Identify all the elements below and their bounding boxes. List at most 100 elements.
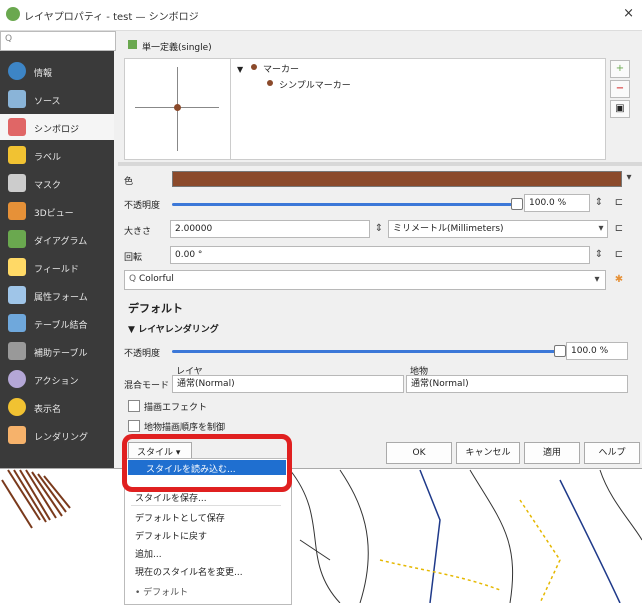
3d-view-icon — [8, 202, 26, 220]
chevron-down-icon[interactable]: ▾ — [594, 221, 608, 237]
sidebar-item-label: ソース — [34, 97, 61, 107]
sidebar-item-label: シンボロジ — [34, 125, 80, 135]
marker-preview-icon — [174, 104, 181, 111]
sidebar-item-label: ダイアグラム — [34, 237, 88, 247]
data-defined-icon[interactable]: ⊏ — [612, 221, 626, 237]
opacity-slider[interactable] — [172, 203, 512, 206]
tree-item-simple-marker[interactable]: シンプルマーカー — [279, 78, 351, 91]
join-icon — [8, 314, 26, 332]
sidebar-item-rendering[interactable]: レンダリング — [0, 422, 114, 448]
menu-item-save-default[interactable]: デフォルトとして保存 — [135, 511, 225, 524]
splitter[interactable] — [118, 162, 642, 166]
chevron-down-icon[interactable]: ▾ — [590, 272, 604, 288]
menu-item-current-style[interactable]: • デフォルト — [135, 585, 188, 598]
sidebar-item-label: ラベル — [34, 153, 62, 163]
layer-blend-select[interactable]: 通常(Normal) — [172, 375, 404, 393]
menu-item-restore-default[interactable]: デフォルトに戻す — [135, 529, 207, 542]
sidebar-item-labels[interactable]: ラベル — [0, 142, 114, 168]
sidebar-item-label: フィールド — [34, 265, 79, 275]
sidebar-item-label: マスク — [34, 181, 62, 191]
add-layer-icon[interactable]: + — [610, 60, 630, 78]
sidebar-item-label: テーブル結合 — [34, 321, 88, 331]
rendering-icon — [8, 426, 26, 444]
sidebar-item-3d-view[interactable]: 3Dビュー — [0, 198, 114, 224]
sidebar-item-info[interactable]: 情報 — [0, 58, 114, 84]
symbology-icon — [8, 118, 26, 136]
control-order-checkbox[interactable] — [128, 420, 140, 432]
search-icon: Q — [5, 34, 13, 44]
sidebar-item-label: 表示名 — [34, 405, 62, 415]
collapse-icon[interactable]: ▼ — [237, 65, 243, 74]
source-icon — [8, 90, 26, 108]
sidebar-search-input[interactable]: Q — [0, 31, 116, 51]
opacity-slider-handle[interactable] — [511, 198, 523, 210]
sidebar-item-label: 情報 — [34, 69, 53, 79]
data-defined-icon[interactable]: ⊏ — [612, 247, 626, 263]
remove-layer-icon[interactable]: − — [610, 80, 630, 98]
draw-effects-checkbox[interactable] — [128, 400, 140, 412]
style-library-search-input[interactable]: Q Colorful — [124, 270, 606, 290]
spin-arrows-icon[interactable]: ⇕ — [592, 247, 606, 263]
fields-icon — [8, 258, 26, 276]
style-manager-icon[interactable]: ✱ — [612, 272, 626, 288]
layer-opacity-spinbox[interactable]: 100.0 % — [566, 342, 628, 360]
marker-icon — [251, 64, 257, 70]
ok-button[interactable]: OK — [386, 442, 452, 464]
sidebar-item-diagram[interactable]: ダイアグラム — [0, 226, 114, 252]
feature-blend-select[interactable]: 通常(Normal) — [406, 375, 628, 393]
menu-item-add[interactable]: 追加... — [135, 547, 162, 560]
title-bar: レイヤプロパティ - test — シンボロジ × — [0, 0, 642, 31]
sidebar-item-label: 属性フォーム — [34, 293, 88, 303]
sidebar-item-attribute-form[interactable]: 属性フォーム — [0, 282, 114, 308]
action-icon — [8, 370, 26, 388]
sidebar-item-display[interactable]: 表示名 — [0, 394, 114, 420]
sidebar-item-fields[interactable]: フィールド — [0, 254, 114, 280]
blend-mode-label: 混合モード — [124, 381, 170, 391]
symbol-preview — [124, 58, 232, 160]
spin-arrows-icon[interactable]: ⇕ — [592, 195, 606, 211]
menu-item-rename[interactable]: 現在のスタイル名を変更... — [135, 565, 243, 578]
sidebar-item-source[interactable]: ソース — [0, 86, 114, 112]
sidebar-item-actions[interactable]: アクション — [0, 366, 114, 392]
layer-opacity-slider-handle[interactable] — [554, 345, 566, 357]
close-button[interactable]: × — [623, 6, 634, 21]
cancel-button[interactable]: キャンセル — [456, 442, 520, 464]
lock-layer-icon[interactable]: ▣ — [610, 100, 630, 118]
color-button[interactable] — [172, 171, 622, 187]
auxiliary-table-icon — [8, 342, 26, 360]
rotation-label: 回転 — [124, 253, 143, 263]
qgis-logo-icon — [6, 7, 20, 21]
layer-rendering-label: レイヤレンダリング — [138, 325, 219, 335]
layer-opacity-slider[interactable] — [172, 350, 556, 353]
sidebar-item-mask[interactable]: マスク — [0, 170, 114, 196]
rotation-spinbox[interactable]: 0.00 ° — [170, 246, 590, 264]
tree-item-marker[interactable]: マーカー — [263, 62, 299, 75]
help-button[interactable]: ヘルプ — [584, 442, 640, 464]
spin-arrows-icon[interactable]: ⇕ — [372, 221, 386, 237]
highlight-annotation — [122, 434, 292, 492]
layer-rendering-toggle[interactable]: ▼ レイヤレンダリング — [128, 322, 219, 335]
menu-item-save-style[interactable]: スタイルを保存... — [135, 491, 207, 504]
sidebar-item-label: アクション — [34, 377, 79, 387]
layer-opacity-label: 不透明度 — [124, 349, 161, 359]
sidebar-item-symbology[interactable]: シンボロジ — [0, 114, 114, 140]
chevron-down-icon[interactable]: ▾ — [622, 170, 636, 186]
display-icon — [8, 398, 26, 416]
unit-select[interactable]: ミリメートル(Millimeters) — [388, 220, 608, 238]
draw-effects-label: 描画エフェクト — [144, 403, 208, 413]
single-symbol-icon — [128, 40, 137, 49]
sidebar-item-auxiliary[interactable]: 補助テーブル — [0, 338, 114, 364]
renderer-select[interactable]: 単一定義(single) — [124, 38, 624, 54]
opacity-label: 不透明度 — [124, 201, 161, 211]
current-style-label: デフォルト — [143, 588, 189, 598]
sidebar-item-joins[interactable]: テーブル結合 — [0, 310, 114, 336]
search-value: Colorful — [138, 274, 174, 284]
size-spinbox[interactable]: 2.00000 — [170, 220, 370, 238]
info-icon — [8, 62, 26, 80]
data-defined-icon[interactable]: ⊏ — [612, 195, 626, 211]
size-label: 大きさ — [124, 227, 152, 237]
diagram-icon — [8, 230, 26, 248]
mask-icon — [8, 174, 26, 192]
opacity-spinbox[interactable]: 100.0 % — [524, 194, 590, 212]
apply-button[interactable]: 適用 — [524, 442, 580, 464]
